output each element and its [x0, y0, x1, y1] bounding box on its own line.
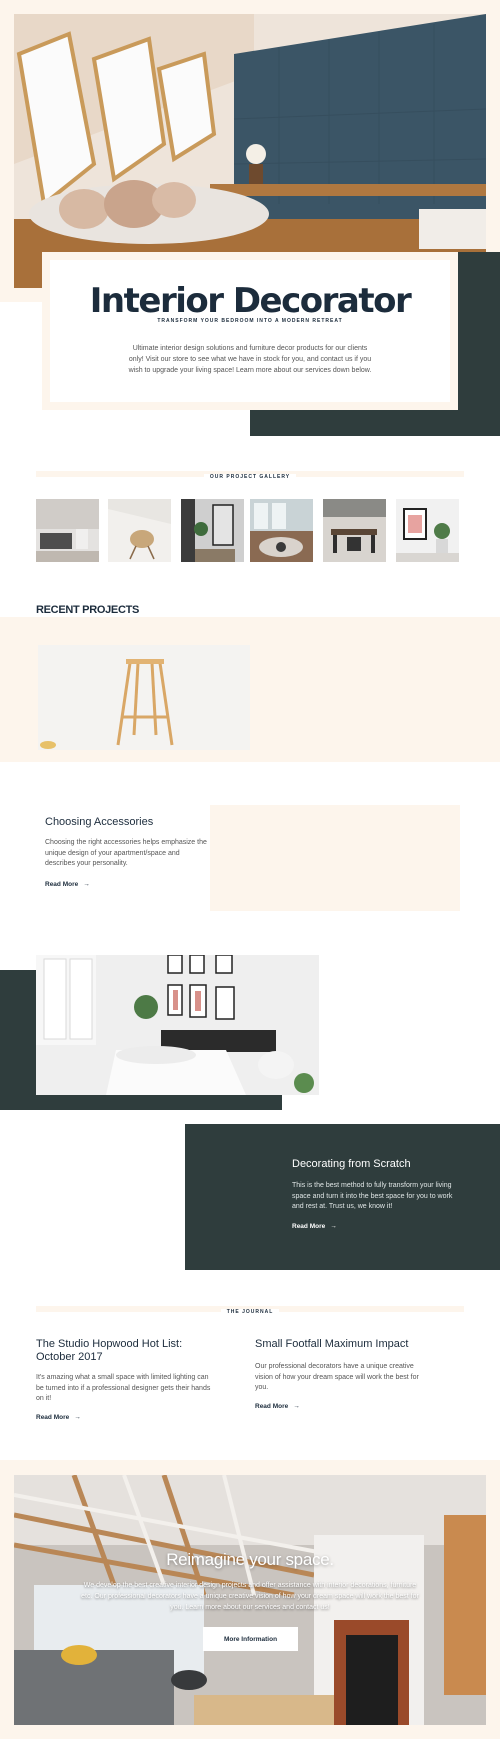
hero-image-attic-living-room — [14, 14, 486, 288]
gallery-label-wrap: OUR PROJECT GALLERY — [36, 471, 464, 480]
hero-title: Interior Decorator — [89, 281, 412, 321]
project-text: This is the best method to fully transfo… — [292, 1182, 453, 1210]
hero-tagline: TRANSFORM YOUR BEDROOM INTO A MODERN RET… — [157, 318, 343, 324]
journal-read-more-link[interactable]: Read More → — [255, 1403, 300, 1410]
arrow-right-icon: → — [83, 881, 90, 888]
project-image-bedroom[interactable] — [36, 955, 319, 1095]
project-title: Choosing Accessories — [45, 816, 154, 828]
read-more-label: Read More — [36, 1414, 70, 1421]
project-image-stool[interactable] — [38, 645, 250, 750]
journal-post-text: It's amazing what a small space with lim… — [36, 1374, 211, 1402]
arrow-right-icon: → — [330, 1223, 337, 1230]
read-more-label: Read More — [292, 1223, 326, 1230]
gallery-thumb-chair[interactable] — [108, 499, 171, 562]
gallery-thumb-living-room[interactable] — [36, 499, 99, 562]
gallery-thumb-lounge[interactable] — [250, 499, 313, 562]
project-read-more-link[interactable]: Read More → — [292, 1223, 337, 1230]
project-title: Decorating from Scratch — [292, 1158, 411, 1170]
more-information-button[interactable]: More Information — [203, 1627, 298, 1651]
journal-label: THE JOURNAL — [220, 1309, 280, 1315]
hero-card — [42, 252, 458, 410]
cta-description: We develop the best creative interior de… — [81, 1582, 419, 1611]
journal-post-title[interactable]: The Studio Hopwood Hot List: October 201… — [36, 1338, 201, 1364]
gallery-thumb-dining[interactable] — [323, 499, 386, 562]
recent-projects-heading: RECENT PROJECTS — [36, 604, 140, 616]
project-read-more-link[interactable]: Read More → — [45, 881, 90, 888]
journal-post-text: Our professional decorators have a uniqu… — [255, 1363, 419, 1391]
read-more-label: Read More — [255, 1403, 289, 1410]
read-more-label: Read More — [45, 881, 79, 888]
gallery-thumb-art-wall[interactable] — [396, 499, 459, 562]
arrow-right-icon: → — [74, 1414, 81, 1421]
journal-post-title[interactable]: Small Footfall Maximum Impact — [255, 1338, 455, 1351]
gallery-thumb-hallway[interactable] — [181, 499, 244, 562]
hero-description: Ultimate interior design solutions and f… — [128, 345, 372, 374]
project-text: Choosing the right accessories helps emp… — [45, 839, 207, 867]
cta-title: Reimagine your space. — [166, 1550, 334, 1569]
arrow-right-icon: → — [293, 1403, 300, 1410]
journal-read-more-link[interactable]: Read More → — [36, 1414, 81, 1421]
journal-label-wrap: THE JOURNAL — [36, 1306, 464, 1315]
gallery-label: OUR PROJECT GALLERY — [203, 474, 297, 480]
project-accent-block — [210, 805, 460, 911]
